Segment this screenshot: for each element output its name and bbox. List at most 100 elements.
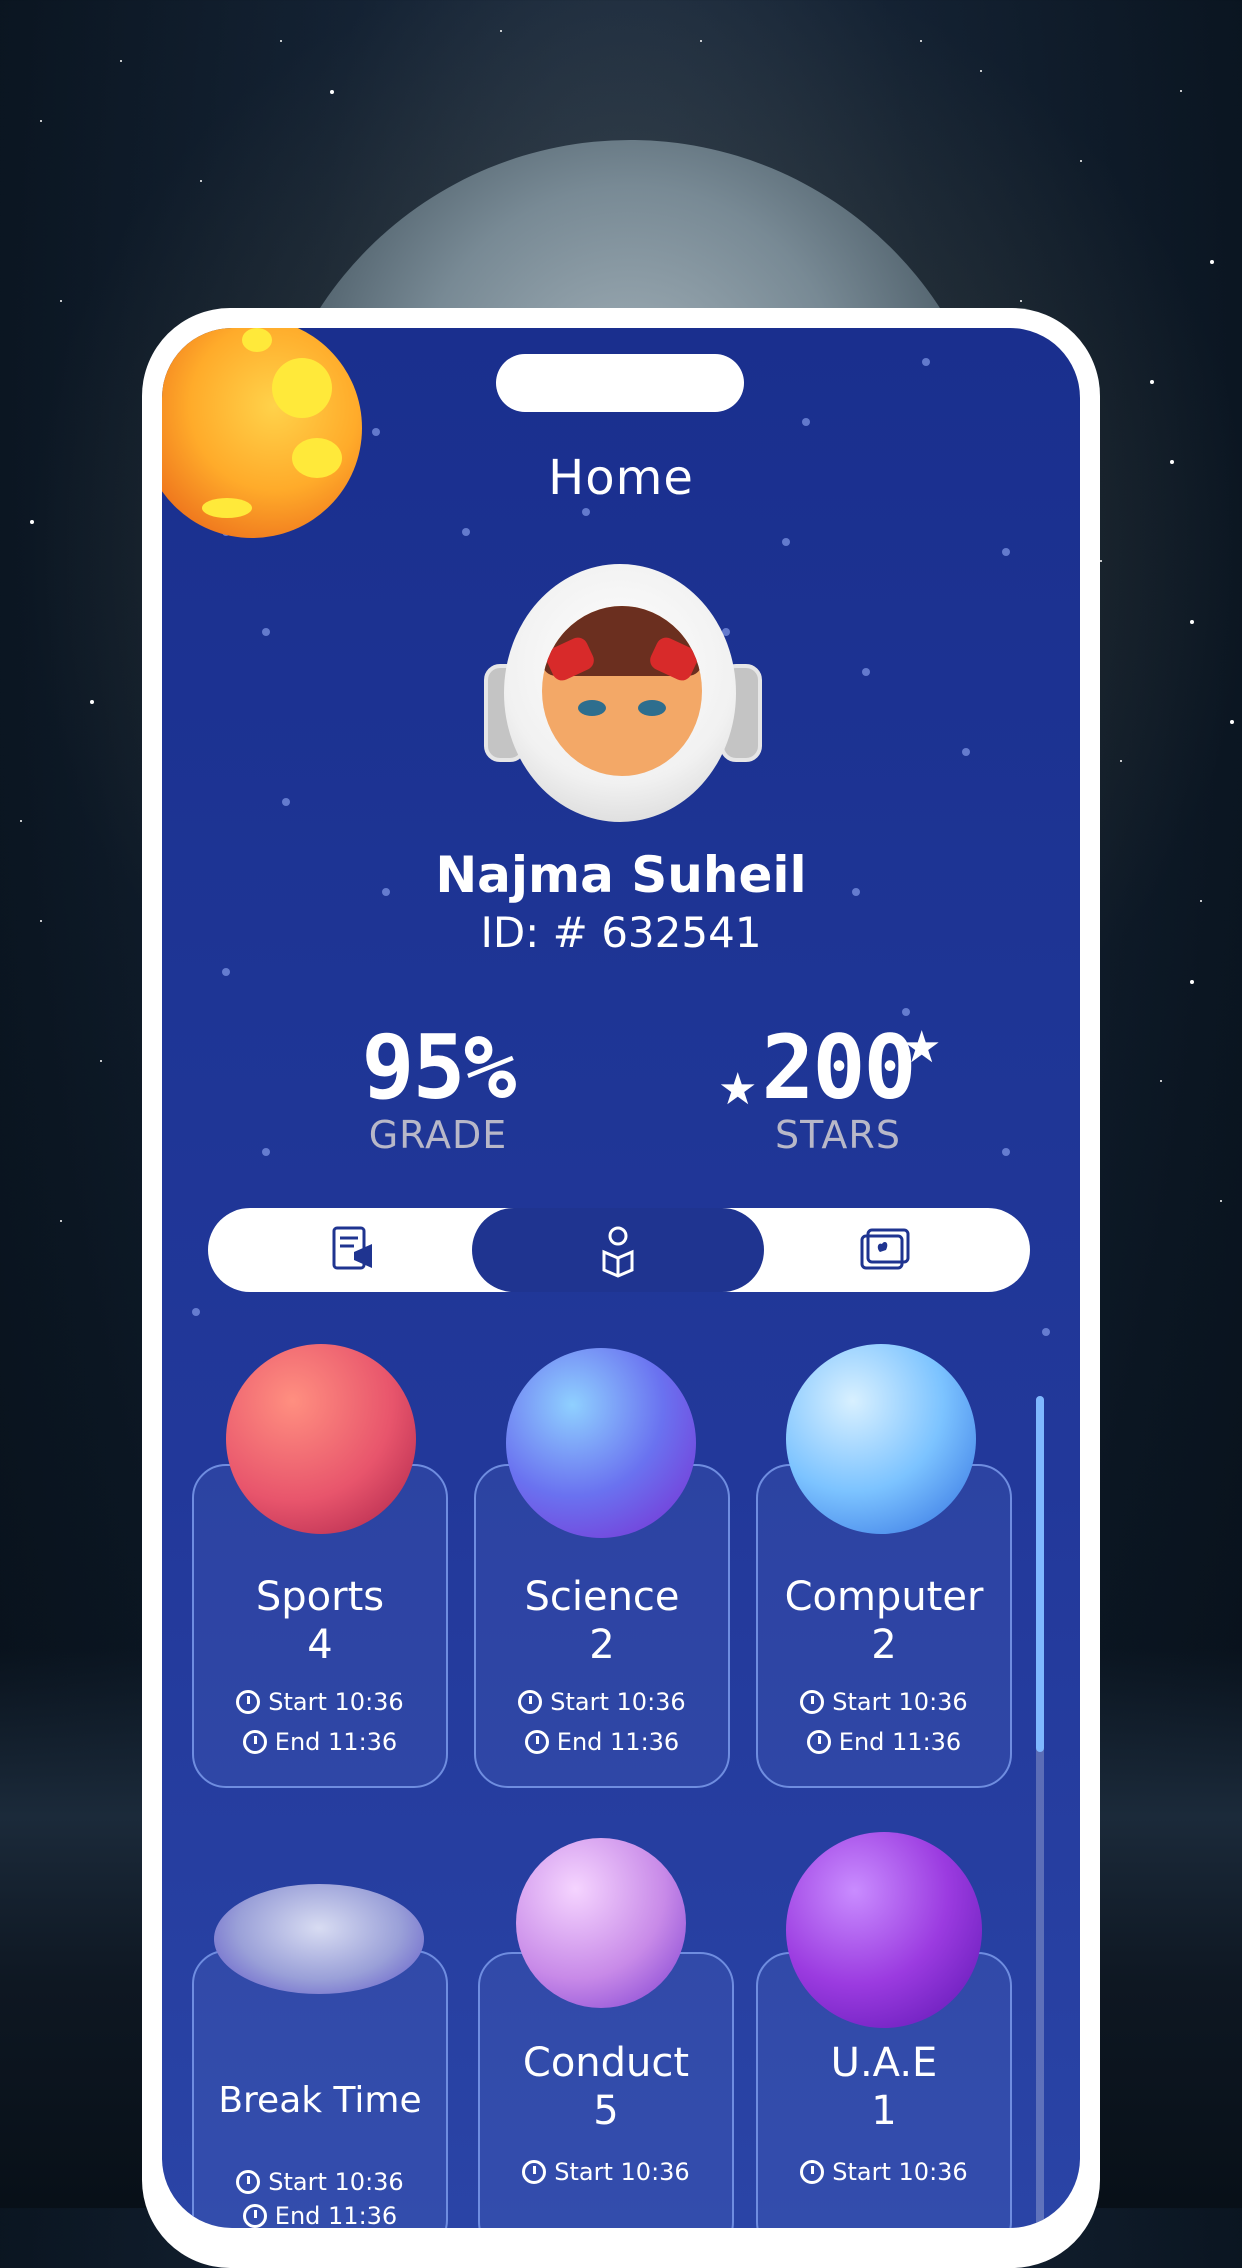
star-dot — [1220, 1200, 1222, 1202]
star-dot — [1170, 460, 1174, 464]
break-time-ring-icon — [214, 1884, 424, 1994]
star-dot — [1180, 90, 1182, 92]
start-time: Start 10:36 — [758, 2158, 1010, 2186]
clock-icon — [236, 1690, 261, 1714]
start-time: Start 10:36 — [476, 1688, 728, 1716]
start-time: Start 10:36 — [194, 1688, 446, 1716]
star-dot — [582, 508, 590, 516]
star-dot — [700, 40, 702, 42]
start-time: Start 10:36 — [480, 2158, 732, 2186]
star-dot — [920, 40, 922, 42]
phone-notch — [496, 354, 744, 412]
avatar[interactable] — [484, 564, 762, 824]
star-dot — [1160, 1080, 1162, 1082]
end-time: End 11:36 — [194, 2202, 446, 2228]
star-dot — [40, 920, 42, 922]
star-dot — [222, 968, 230, 976]
star-dot — [30, 520, 34, 524]
clock-icon — [242, 1730, 267, 1754]
announcement-document-icon — [332, 1226, 372, 1270]
star-dot — [280, 40, 282, 42]
clock-icon — [524, 1730, 549, 1754]
subject-title: Computer — [784, 1574, 984, 1620]
student-name: Najma Suheil — [435, 846, 807, 904]
star-dot — [40, 120, 42, 122]
conduct-planet-icon — [516, 1838, 686, 2008]
student-reading-icon — [602, 1226, 634, 1278]
star-dot — [1020, 300, 1022, 302]
page-title: Home — [548, 450, 694, 506]
clock-icon — [236, 2170, 261, 2194]
star-dot — [1002, 1148, 1010, 1156]
star-dot — [922, 358, 930, 366]
star-icon: ★ — [902, 1022, 942, 1073]
star-dot — [782, 538, 790, 546]
star-dot — [1080, 160, 1082, 162]
star-icon: ★ — [718, 1064, 758, 1115]
subject-count: 5 — [593, 2088, 619, 2134]
sports-planet-icon — [226, 1344, 416, 1534]
star-dot — [1190, 980, 1194, 984]
end-time: End 11:36 — [194, 1728, 446, 1756]
star-dot — [60, 300, 62, 302]
clock-icon — [806, 1730, 831, 1754]
star-dot — [462, 528, 470, 536]
subject-title: U.A.E — [830, 2040, 938, 2086]
clock-icon — [522, 2160, 547, 2184]
start-time: Start 10:36 — [194, 2168, 446, 2196]
grade-label: GRADE — [368, 1113, 508, 1157]
clock-icon — [518, 1690, 543, 1714]
scrollbar-thumb[interactable] — [1036, 1396, 1044, 1752]
star-dot — [90, 700, 94, 704]
star-dot — [962, 748, 970, 756]
subject-title: Break Time — [218, 2080, 422, 2121]
clock-icon — [800, 1690, 825, 1714]
student-id: ID: # 632541 — [480, 908, 762, 957]
star-dot — [372, 428, 380, 436]
computer-planet-icon — [786, 1344, 976, 1534]
star-dot — [862, 668, 870, 676]
start-time: Start 10:36 — [758, 1688, 1010, 1716]
star-dot — [500, 30, 502, 32]
grade-value: 95% — [361, 1016, 517, 1119]
star-dot — [262, 1148, 270, 1156]
subject-title: Sports — [255, 1574, 385, 1620]
star-dot — [902, 1008, 910, 1016]
star-dot — [1002, 548, 1010, 556]
star-dot — [282, 798, 290, 806]
clock-icon — [800, 2160, 825, 2184]
star-dot — [192, 1308, 200, 1316]
subject-count: 2 — [589, 1622, 615, 1668]
star-dot — [100, 1060, 102, 1062]
subject-count: 1 — [871, 2088, 897, 2134]
star-dot — [802, 418, 810, 426]
tab-gallery[interactable] — [738, 1208, 1030, 1292]
star-dot — [120, 60, 122, 62]
stars-label: STARS — [775, 1113, 901, 1157]
end-time: End 11:36 — [476, 1728, 728, 1756]
subject-title: Conduct — [522, 2040, 690, 2086]
subject-count: 2 — [871, 1622, 897, 1668]
subject-count: 4 — [307, 1622, 333, 1668]
star-dot — [1190, 620, 1194, 624]
tab-students[interactable] — [472, 1208, 764, 1292]
segmented-tab-bar — [208, 1208, 1030, 1292]
star-dot — [330, 90, 334, 94]
star-dot — [1100, 560, 1102, 562]
uae-planet-icon — [786, 1832, 982, 2028]
star-dot — [20, 820, 22, 822]
end-time: End 11:36 — [758, 1728, 1010, 1756]
app-screen: Home Najma Suheil ID: # 632541 95% GRADE… — [162, 328, 1080, 2228]
tab-announcements[interactable] — [208, 1208, 500, 1292]
orange-planet-decoration — [162, 328, 362, 538]
star-dot — [1120, 760, 1122, 762]
star-dot — [1042, 1328, 1050, 1336]
star-dot — [1210, 260, 1214, 264]
star-dot — [1150, 380, 1154, 384]
star-dot — [200, 180, 202, 182]
star-dot — [262, 628, 270, 636]
star-dot — [60, 1220, 62, 1222]
star-dot — [980, 70, 982, 72]
subject-title: Science — [524, 1574, 680, 1620]
science-planet-icon — [506, 1348, 696, 1538]
